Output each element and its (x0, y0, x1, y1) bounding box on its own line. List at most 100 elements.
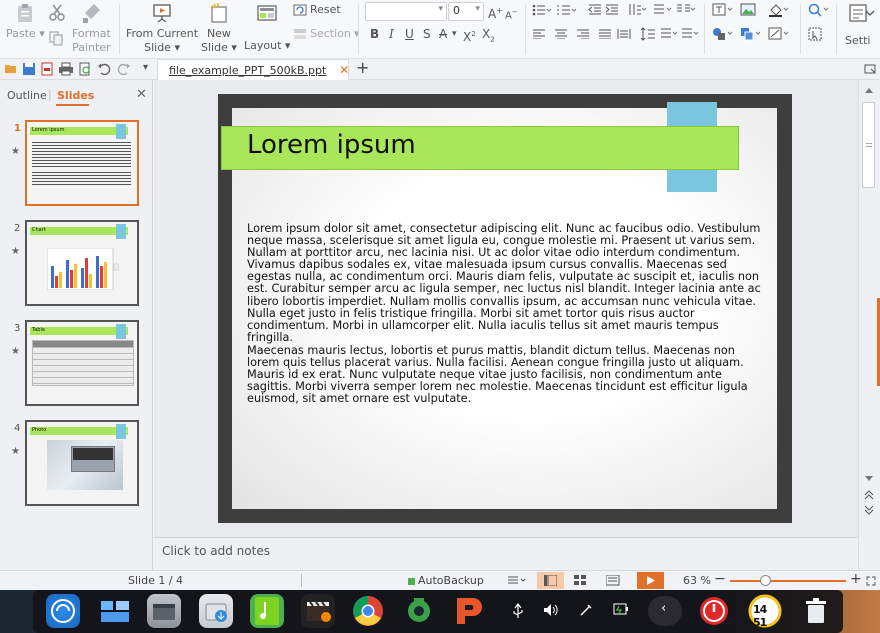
decrease-font-icon[interactable]: A− (505, 4, 518, 24)
scroll-up-icon[interactable] (864, 86, 874, 94)
align-right-icon[interactable] (577, 29, 589, 39)
reading-view-icon[interactable] (606, 575, 620, 586)
fill-color-icon[interactable] (768, 3, 790, 17)
close-tab-icon[interactable]: ✕ (339, 63, 349, 77)
notes-pane[interactable]: Click to add notes (154, 537, 858, 570)
paste-dropdown-icon[interactable]: ▾ (39, 27, 45, 40)
slide-sorter-icon[interactable] (574, 575, 587, 586)
columns-icon[interactable] (676, 3, 696, 17)
decrease-indent-icon[interactable] (588, 4, 602, 16)
undo-icon[interactable] (97, 63, 111, 75)
notes-toggle-icon[interactable] (507, 575, 529, 587)
autobackup-label[interactable]: AutoBackup (418, 574, 484, 587)
find-icon[interactable] (808, 3, 830, 17)
layout-button[interactable]: Layout ▾ (244, 2, 290, 53)
slide-thumbnail-1[interactable]: Lorem ipsum (25, 120, 139, 206)
numbering-icon[interactable] (557, 4, 577, 16)
slide-thumbnail-4[interactable]: Photo (25, 420, 139, 506)
section-button[interactable]: Section ▾ (293, 27, 359, 41)
slide-title[interactable]: Lorem ipsum (247, 130, 416, 160)
music-player-icon[interactable] (250, 594, 284, 628)
normal-view-button[interactable] (537, 572, 564, 589)
picture-icon[interactable] (740, 3, 760, 17)
slide-body-paragraph-1[interactable]: Lorem ipsum dolor sit amet, consectetur … (247, 222, 767, 344)
vertical-scrollbar[interactable] (858, 80, 880, 570)
outline-style-icon[interactable] (768, 27, 790, 41)
zoom-level[interactable]: 63 % (683, 574, 711, 587)
reset-button[interactable]: Reset (293, 3, 341, 17)
video-player-icon[interactable] (301, 594, 335, 628)
volume-icon[interactable] (543, 603, 559, 617)
slide-thumbnail-2[interactable]: Chart (25, 220, 139, 306)
zoom-out-icon[interactable]: − (714, 571, 726, 587)
new-slide-button[interactable]: New Slide ▾ (201, 2, 237, 55)
shapes-icon[interactable] (712, 27, 734, 41)
usb-device-icon[interactable] (512, 603, 524, 619)
font-size-combo[interactable]: 0 ▾ (448, 2, 484, 21)
text-direction-icon[interactable] (627, 3, 647, 17)
pen-input-icon[interactable] (579, 603, 593, 617)
shadow-icon[interactable]: S (423, 26, 431, 42)
vertical-align-icon[interactable] (680, 27, 698, 41)
close-pane-icon[interactable]: ✕ (136, 87, 147, 102)
fit-window-icon[interactable] (866, 576, 876, 586)
tab-outline[interactable]: Outline (7, 89, 47, 102)
justify-icon[interactable] (599, 29, 611, 39)
app-store-icon[interactable] (199, 594, 233, 628)
multitasking-view-icon[interactable] (98, 594, 132, 628)
launcher-icon[interactable] (46, 594, 80, 628)
line-spacing-icon[interactable] (640, 27, 658, 41)
zoom-slider-handle[interactable] (760, 575, 771, 586)
distribute-icon[interactable] (617, 28, 631, 40)
clock-widget[interactable]: 14 51 (748, 594, 782, 629)
shutdown-icon[interactable] (697, 594, 731, 628)
bullets-icon[interactable] (532, 4, 552, 16)
strikethrough-dropdown-icon[interactable]: ▾ (452, 26, 457, 42)
export-pdf-icon[interactable] (40, 62, 54, 76)
ribbon-collapse-icon[interactable] (865, 8, 875, 18)
chrome-browser-icon[interactable] (351, 594, 385, 628)
window-restore-icon[interactable] (864, 64, 876, 74)
save-icon[interactable] (22, 62, 36, 76)
zoom-in-icon[interactable]: + (850, 571, 862, 587)
zoom-slider-track[interactable] (730, 580, 846, 582)
trash-icon[interactable] (799, 594, 833, 628)
redo-icon[interactable] (117, 63, 131, 75)
new-slide-dropdown-icon[interactable]: ▾ (231, 41, 237, 54)
font-size-dropdown-icon[interactable]: ▾ (475, 4, 480, 14)
arrange-icon[interactable] (740, 27, 762, 41)
paste-button[interactable]: Paste ▾ (6, 2, 45, 41)
battery-icon[interactable] (613, 603, 629, 615)
slide-thumbnail-3[interactable]: Table (25, 320, 139, 406)
system-settings-icon[interactable] (402, 594, 436, 628)
scroll-down-icon[interactable] (864, 475, 874, 483)
italic-icon[interactable]: I (389, 26, 394, 42)
increase-indent-icon[interactable] (605, 4, 619, 16)
font-name-dropdown-icon[interactable]: ▾ (438, 4, 443, 14)
font-name-combo[interactable]: ▾ (365, 2, 447, 21)
from-current-dropdown-icon[interactable]: ▾ (174, 41, 180, 54)
format-painter-button[interactable]: Format Painter (72, 2, 111, 55)
from-current-slide-button[interactable]: From Current Slide ▾ (126, 2, 198, 55)
strikethrough-icon[interactable]: A (439, 26, 447, 42)
copy-icon[interactable] (48, 30, 64, 46)
previous-slide-icon[interactable] (864, 490, 874, 500)
new-tab-icon[interactable]: + (356, 58, 369, 77)
scroll-thumb[interactable] (862, 102, 875, 188)
subscript-icon[interactable]: X2 (482, 26, 495, 47)
align-text-icon[interactable] (652, 3, 672, 17)
increase-font-icon[interactable]: A+ (488, 3, 503, 22)
paragraph-spacing-icon[interactable] (659, 27, 677, 41)
open-folder-icon[interactable] (4, 63, 18, 75)
bold-icon[interactable]: B (370, 26, 379, 42)
align-center-icon[interactable] (555, 29, 567, 39)
select-icon[interactable] (808, 27, 822, 41)
tab-slides[interactable]: Slides (57, 89, 94, 102)
print-preview-icon[interactable] (78, 62, 92, 76)
next-slide-icon[interactable] (864, 505, 874, 515)
tray-expand-button[interactable]: ‹ (648, 596, 682, 626)
slide-body-paragraph-2[interactable]: Maecenas mauris lectus, lobortis et puru… (247, 344, 767, 405)
play-slideshow-button[interactable] (637, 572, 664, 589)
file-manager-icon[interactable] (147, 594, 181, 628)
textbox-icon[interactable] (712, 3, 734, 17)
